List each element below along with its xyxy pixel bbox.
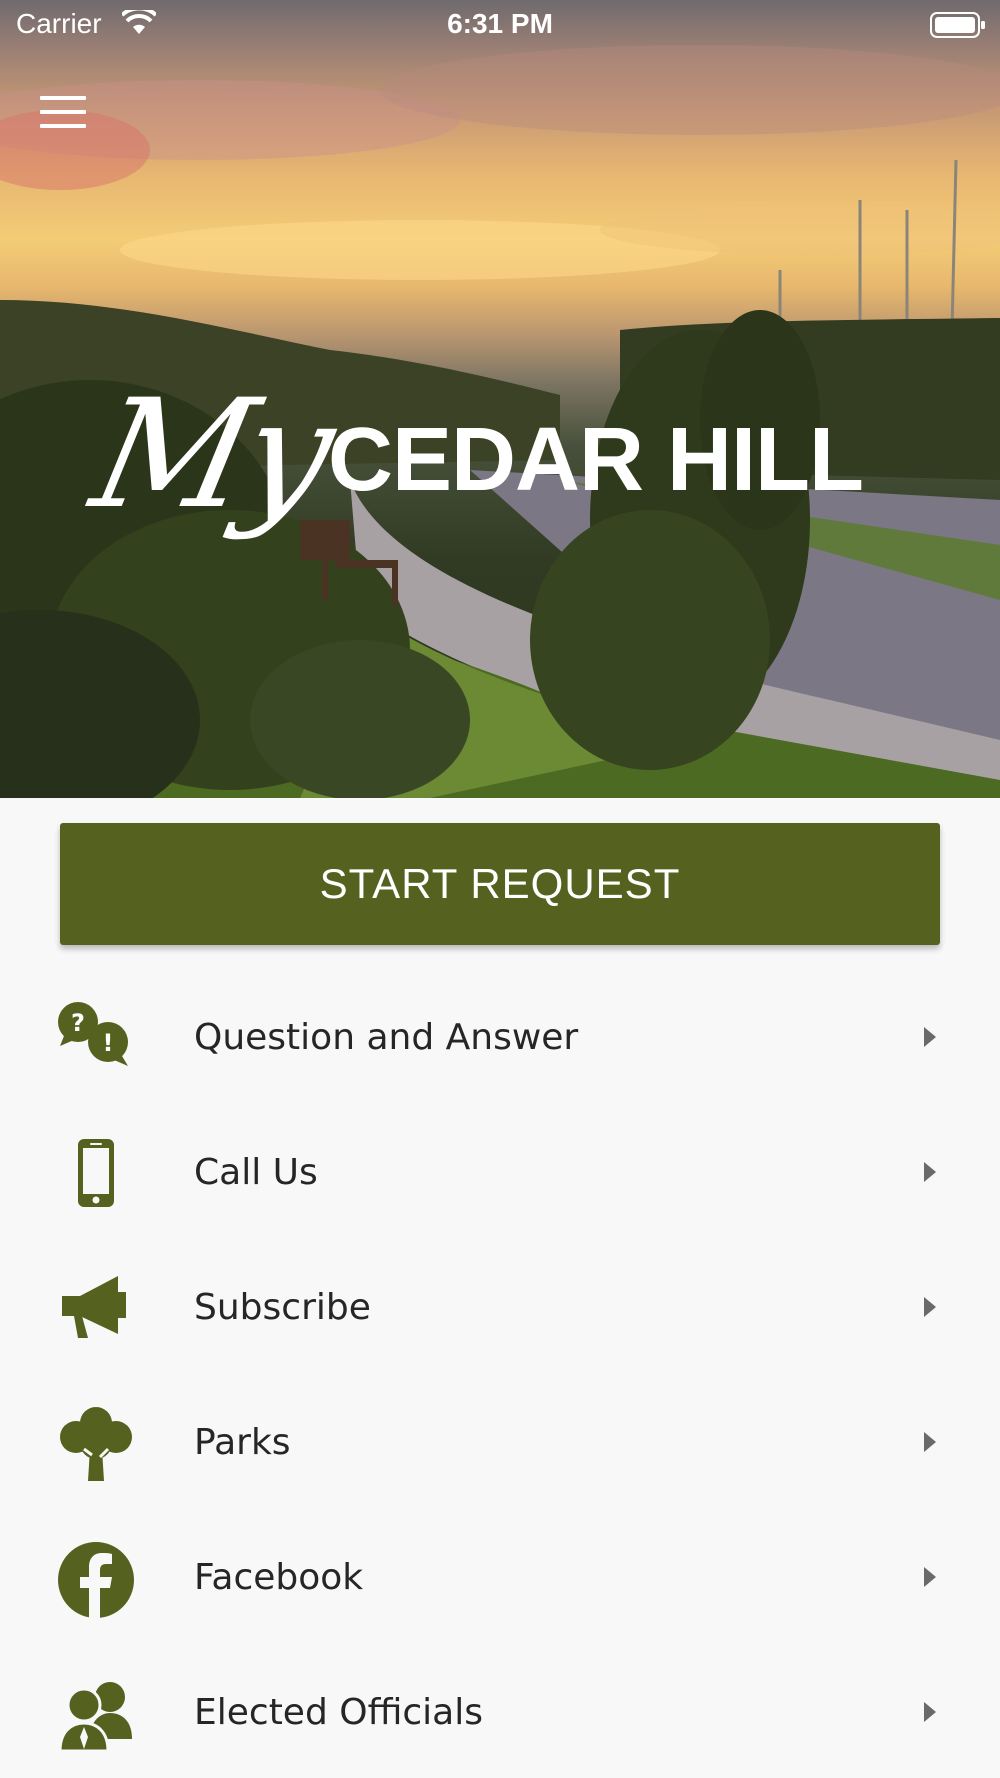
chevron-right-icon [923,1161,937,1187]
menu-item-subscribe[interactable]: Subscribe [0,1240,1000,1375]
chevron-right-icon [923,1026,937,1052]
chevron-right-icon [923,1566,937,1592]
svg-text:?: ? [71,1009,85,1037]
megaphone-icon [56,1270,136,1350]
menu-item-label: Facebook [194,1557,364,1598]
menu-list: ? ! Question and Answer Call Us Subscrib… [0,970,1000,1778]
logo-text: CEDAR HILL [328,410,864,510]
phone-icon [56,1135,136,1215]
tree-icon [56,1405,136,1485]
menu-item-facebook[interactable]: Facebook [0,1510,1000,1645]
menu-item-question-and-answer[interactable]: ? ! Question and Answer [0,970,1000,1105]
menu-item-label: Question and Answer [194,1017,579,1058]
officials-icon [56,1675,136,1755]
menu-item-label: Elected Officials [194,1692,484,1733]
app-logo: My CEDAR HILL [80,368,920,630]
menu-item-label: Call Us [194,1152,318,1193]
menu-item-label: Parks [194,1422,291,1463]
clock-time: 6:31 PM [447,8,553,39]
menu-item-parks[interactable]: Parks [0,1375,1000,1510]
hamburger-icon[interactable] [40,96,94,140]
question-answer-icon: ? ! [56,1000,136,1080]
menu-item-elected-officials[interactable]: Elected Officials [0,1645,1000,1778]
battery-icon [930,12,986,43]
logo-script: My [79,368,343,542]
chevron-right-icon [923,1701,937,1727]
chevron-right-icon [923,1296,937,1322]
facebook-icon [56,1540,136,1620]
status-bar: Carrier 6:31 PM [0,0,1000,50]
menu-item-label: Subscribe [194,1287,371,1328]
menu-item-call-us[interactable]: Call Us [0,1105,1000,1240]
hero-image: Carrier 6:31 PM My CEDAR HILL [0,0,1000,798]
start-request-button[interactable]: START REQUEST [60,823,940,945]
svg-text:!: ! [103,1029,114,1057]
chevron-right-icon [923,1431,937,1457]
